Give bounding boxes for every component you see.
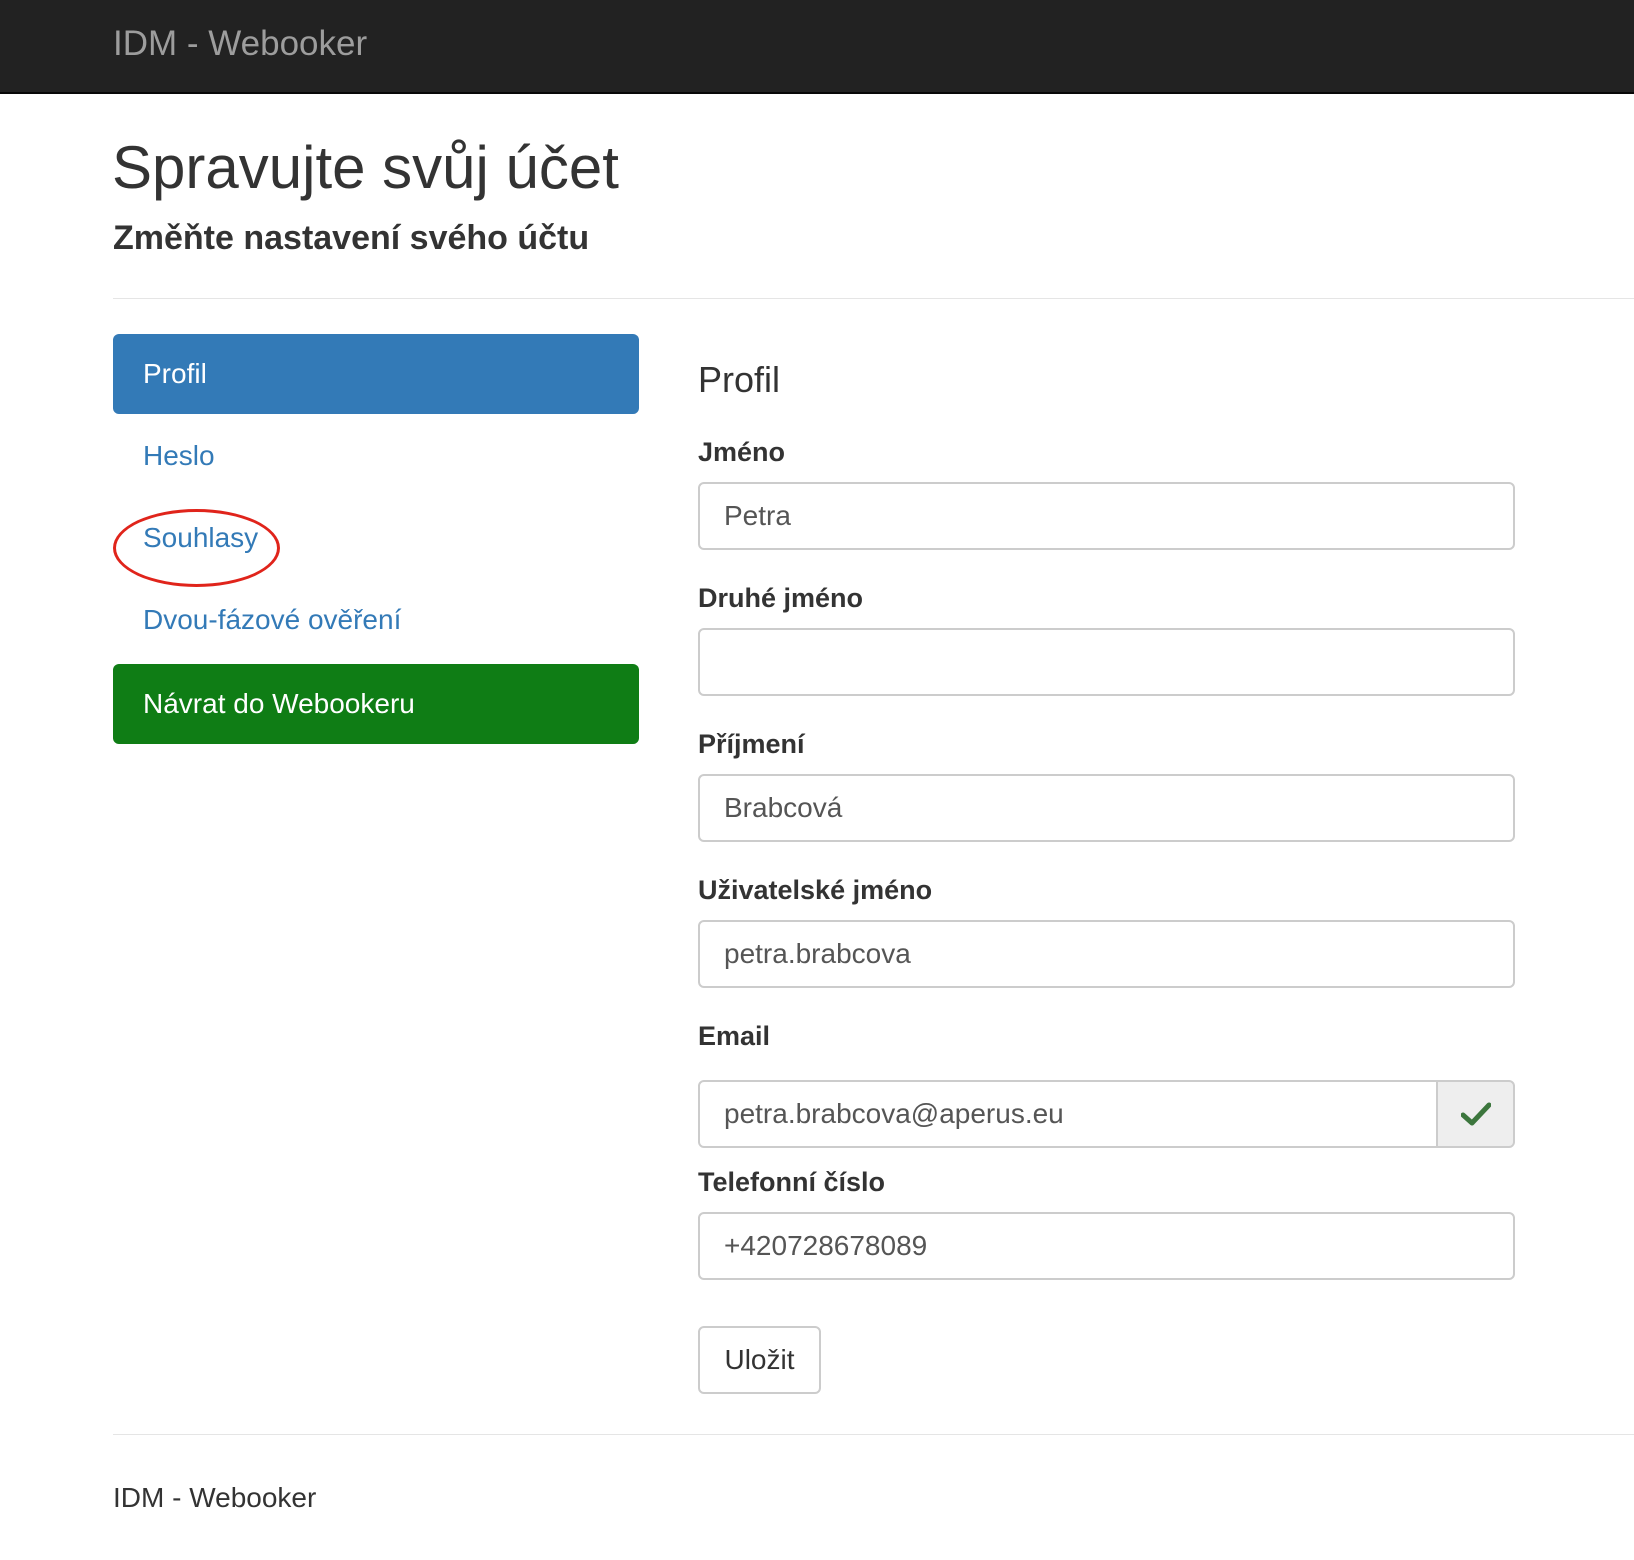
sidebar-item-profil[interactable]: Profil <box>113 334 639 414</box>
navbar-brand[interactable]: IDM - Webooker <box>113 22 367 66</box>
username-label: Uživatelské jméno <box>698 875 933 905</box>
page-subtitle: Změňte nastavení svého účtu <box>113 219 590 257</box>
sidebar-item-heslo[interactable]: Heslo <box>113 416 639 496</box>
save-button[interactable]: Uložit <box>698 1326 821 1394</box>
last-name-input[interactable] <box>698 774 1515 842</box>
last-name-label: Příjmení <box>698 729 805 759</box>
footer-divider <box>113 1434 1634 1435</box>
footer-text: IDM - Webooker <box>113 1482 317 1513</box>
phone-input[interactable] <box>698 1212 1515 1280</box>
middle-name-input[interactable] <box>698 628 1515 696</box>
sidebar-item-souhlasy[interactable]: Souhlasy <box>113 498 639 578</box>
top-navbar: IDM - Webooker <box>0 0 1634 94</box>
email-label: Email <box>698 1021 771 1051</box>
username-input[interactable] <box>698 920 1515 988</box>
middle-name-label: Druhé jméno <box>698 583 864 613</box>
header-divider <box>113 298 1634 299</box>
first-name-label: Jméno <box>698 437 786 467</box>
sidebar-item-two-factor[interactable]: Dvou-fázové ověření <box>113 580 639 660</box>
first-name-input[interactable] <box>698 482 1515 550</box>
email-input[interactable] <box>698 1080 1438 1148</box>
phone-label: Telefonní číslo <box>698 1167 886 1197</box>
form-title: Profil <box>698 359 781 400</box>
email-input-group <box>698 1080 1515 1148</box>
page-title: Spravujte svůj účet <box>112 134 619 201</box>
check-icon <box>1460 1102 1491 1126</box>
back-to-webooker-button[interactable]: Návrat do Webookeru <box>113 664 639 744</box>
email-verified-addon <box>1436 1080 1515 1148</box>
